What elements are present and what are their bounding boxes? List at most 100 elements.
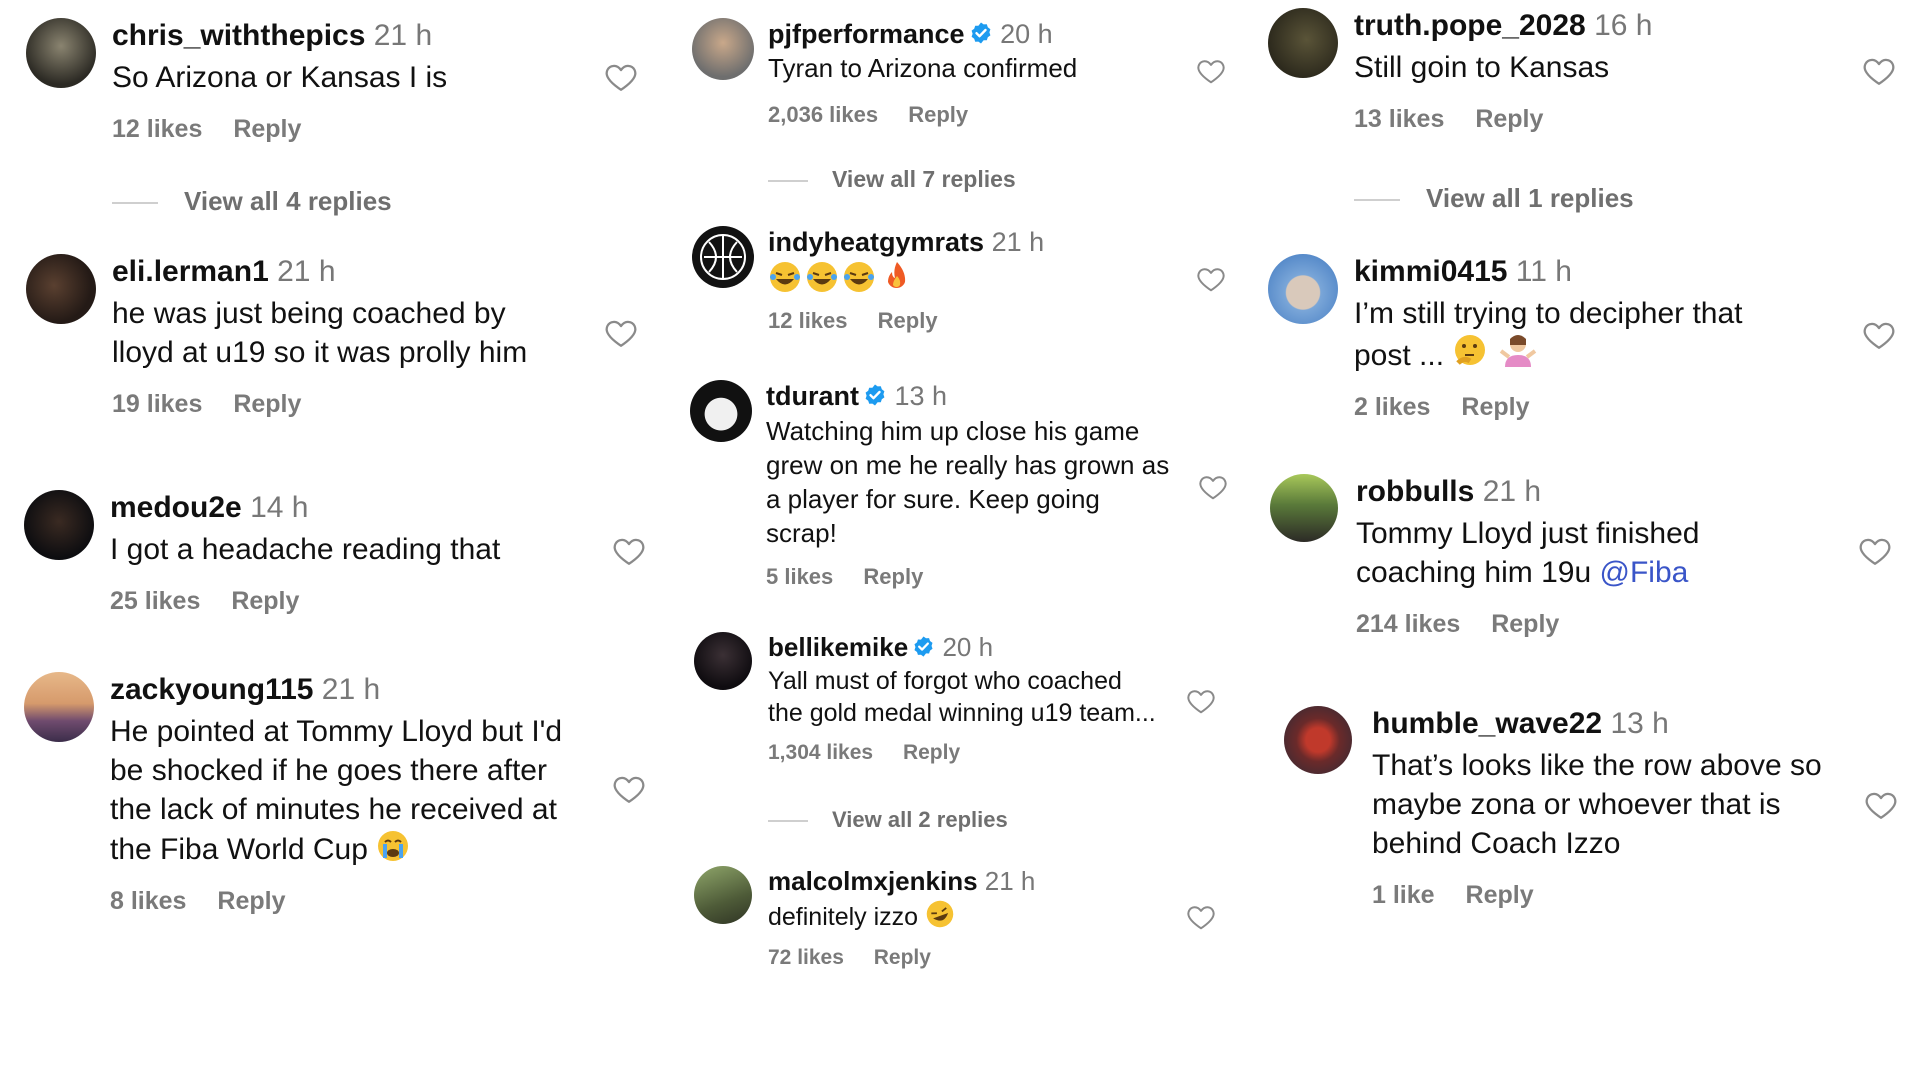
- heart-icon[interactable]: [604, 60, 638, 94]
- reply-button[interactable]: Reply: [1466, 881, 1534, 909]
- comment-text: scrap!: [766, 518, 837, 549]
- avatar[interactable]: [26, 254, 96, 324]
- username[interactable]: malcolmxjenkins: [768, 866, 978, 896]
- reply-button[interactable]: Reply: [903, 741, 960, 764]
- timestamp: 11 h: [1515, 255, 1572, 288]
- comment-text: coaching him 19u: [1356, 556, 1592, 589]
- emoji-row: [768, 260, 1044, 296]
- avatar[interactable]: [24, 490, 94, 560]
- likes-count[interactable]: 1,304 likes: [768, 741, 873, 764]
- username[interactable]: chris_withthepics: [112, 19, 365, 52]
- timestamp: 21 h: [321, 673, 381, 706]
- shrug-emoji-icon: [1499, 335, 1536, 367]
- heart-icon[interactable]: [1186, 686, 1216, 716]
- reply-button[interactable]: Reply: [1491, 610, 1559, 638]
- verified-badge-icon: [969, 21, 993, 45]
- username[interactable]: zackyoung115: [110, 673, 313, 706]
- username[interactable]: tdurant: [766, 381, 859, 411]
- divider: [768, 179, 808, 182]
- reply-button[interactable]: Reply: [233, 115, 301, 143]
- likes-count[interactable]: 72 likes: [768, 946, 844, 969]
- reply-button[interactable]: Reply: [874, 946, 931, 969]
- timestamp: 16 h: [1594, 9, 1653, 42]
- reply-button[interactable]: Reply: [1475, 105, 1543, 133]
- comment-text: Watching him up close his game: [766, 416, 1140, 447]
- view-replies-button[interactable]: View all 4 replies: [112, 186, 392, 217]
- heart-icon[interactable]: [1864, 788, 1898, 822]
- avatar[interactable]: [1268, 254, 1338, 324]
- likes-count[interactable]: 1 like: [1372, 881, 1435, 909]
- likes-count[interactable]: 12 likes: [112, 115, 202, 143]
- heart-icon[interactable]: [1186, 902, 1216, 932]
- comment-text: the Fiba World Cup: [110, 833, 368, 866]
- comment-text: Tyran to Arizona confirmed: [768, 53, 1078, 84]
- comment-text: Still goin to Kansas: [1354, 51, 1610, 84]
- heart-icon[interactable]: [1858, 534, 1892, 568]
- thinking-emoji-icon: [1455, 335, 1486, 365]
- username[interactable]: medou2e: [110, 491, 242, 524]
- comment-text: a player for sure. Keep going: [766, 484, 1100, 515]
- username[interactable]: humble_wave22: [1372, 707, 1602, 740]
- avatar[interactable]: [24, 672, 94, 742]
- comment-text: That’s looks like the row above so: [1372, 749, 1822, 782]
- reply-button[interactable]: Reply: [233, 390, 301, 418]
- comment-text: maybe zona or whoever that is: [1372, 788, 1781, 821]
- username[interactable]: kimmi0415: [1354, 255, 1507, 288]
- avatar[interactable]: [1284, 706, 1352, 774]
- avatar[interactable]: [694, 866, 752, 924]
- likes-count[interactable]: 25 likes: [110, 587, 200, 615]
- comment-text: behind Coach Izzo: [1372, 827, 1621, 860]
- likes-count[interactable]: 13 likes: [1354, 105, 1444, 133]
- comment-text: be shocked if he goes there after: [110, 754, 547, 787]
- comment-text: definitely izzo: [768, 903, 919, 932]
- username[interactable]: truth.pope_2028: [1354, 9, 1586, 42]
- heart-icon[interactable]: [1196, 56, 1226, 86]
- avatar[interactable]: [26, 18, 96, 88]
- likes-count[interactable]: 5 likes: [766, 564, 833, 589]
- comment-text: the lack of minutes he received at: [110, 793, 557, 826]
- avatar[interactable]: [690, 380, 752, 442]
- reply-button[interactable]: Reply: [217, 887, 285, 915]
- avatar[interactable]: [692, 18, 754, 80]
- reply-button[interactable]: Reply: [231, 587, 299, 615]
- view-replies-label: View all 4 replies: [184, 186, 392, 216]
- username[interactable]: eli.lerman1: [112, 255, 269, 288]
- timestamp: 21 h: [984, 866, 1036, 896]
- timestamp: 13 h: [1610, 707, 1669, 740]
- username[interactable]: robbulls: [1356, 475, 1474, 508]
- heart-icon[interactable]: [1198, 472, 1228, 502]
- likes-count[interactable]: 2 likes: [1354, 393, 1430, 421]
- likes-count[interactable]: 214 likes: [1356, 610, 1460, 638]
- crying-face-emoji-icon: [378, 831, 409, 861]
- reply-button[interactable]: Reply: [878, 308, 938, 333]
- likes-count[interactable]: 12 likes: [768, 308, 848, 333]
- reply-button[interactable]: Reply: [863, 564, 923, 589]
- username[interactable]: indyheatgymrats: [768, 227, 984, 257]
- avatar[interactable]: [1268, 8, 1338, 78]
- username[interactable]: bellikemike: [768, 632, 908, 662]
- heart-icon[interactable]: [612, 772, 646, 806]
- reply-button[interactable]: Reply: [908, 102, 968, 127]
- view-replies-button[interactable]: View all 7 replies: [768, 166, 1016, 193]
- likes-count[interactable]: 8 likes: [110, 887, 186, 915]
- avatar[interactable]: [692, 226, 754, 288]
- reply-button[interactable]: Reply: [1461, 393, 1529, 421]
- heart-icon[interactable]: [1196, 264, 1226, 294]
- likes-count[interactable]: 19 likes: [112, 390, 202, 418]
- divider: [112, 202, 158, 205]
- heart-icon[interactable]: [1862, 318, 1896, 352]
- heart-icon[interactable]: [604, 316, 638, 350]
- avatar[interactable]: [694, 632, 752, 690]
- likes-count[interactable]: 2,036 likes: [768, 102, 878, 127]
- mention-link[interactable]: @Fiba: [1600, 556, 1689, 589]
- comment-text: Yall must of forgot who coached: [768, 667, 1122, 696]
- heart-icon[interactable]: [612, 534, 646, 568]
- view-replies-button[interactable]: View all 2 replies: [768, 807, 1008, 833]
- heart-icon[interactable]: [1862, 54, 1896, 88]
- view-replies-button[interactable]: View all 1 replies: [1354, 183, 1634, 214]
- comment-text: So Arizona or Kansas I is: [112, 61, 448, 94]
- comment-text: Tommy Lloyd just finished: [1356, 517, 1700, 550]
- comment-text: He pointed at Tommy Lloyd but I'd: [110, 715, 563, 748]
- avatar[interactable]: [1270, 474, 1338, 542]
- username[interactable]: pjfperformance: [768, 19, 965, 49]
